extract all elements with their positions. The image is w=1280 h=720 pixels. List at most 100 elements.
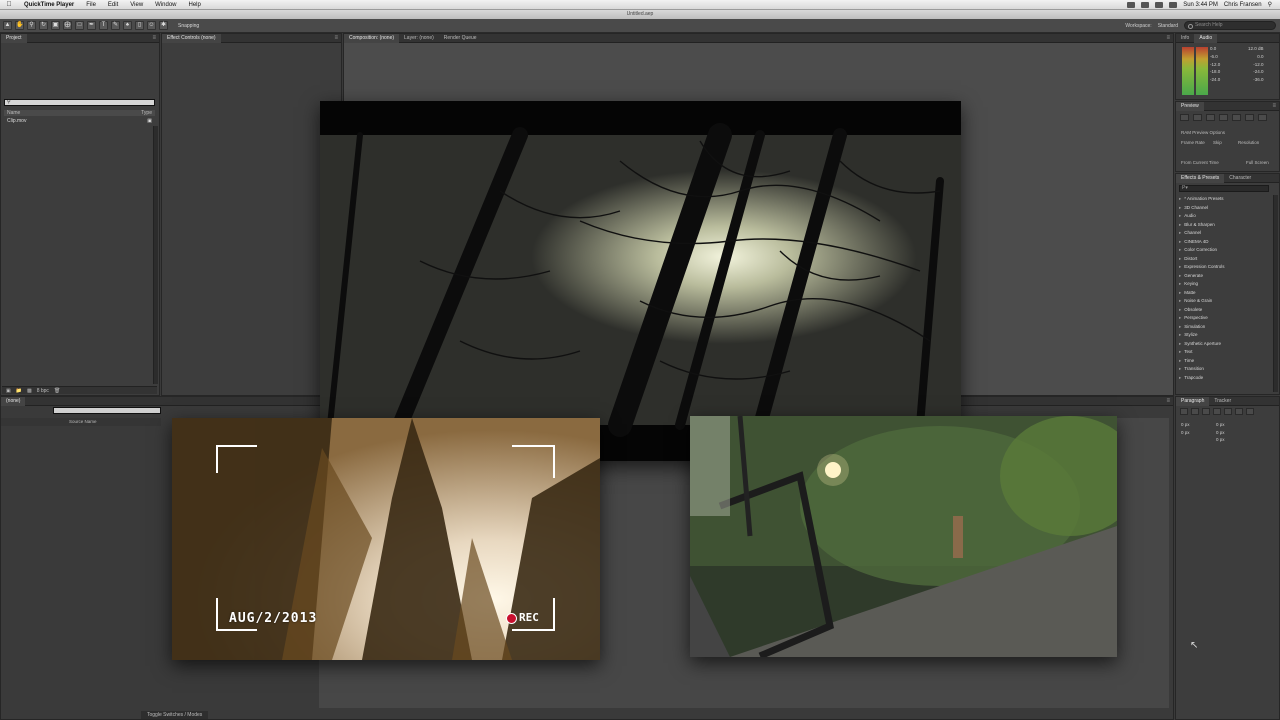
effects-category-item[interactable]: Time xyxy=(1179,357,1272,366)
effects-category-item[interactable]: Color Correction xyxy=(1179,246,1272,255)
snapping-toggle[interactable]: Snapping xyxy=(178,23,199,29)
menu-app[interactable]: QuickTime Player xyxy=(18,2,80,8)
tab-audio[interactable]: Audio xyxy=(1194,33,1218,43)
align-right-button[interactable] xyxy=(1202,408,1210,415)
search-help-input[interactable]: Search Help xyxy=(1184,21,1276,30)
panel-menu-icon[interactable]: ≡ xyxy=(152,35,159,41)
column-type[interactable]: Type xyxy=(141,110,152,116)
trash-icon[interactable]: 🗑 xyxy=(54,387,60,394)
menu-view[interactable]: View xyxy=(124,2,149,8)
eraser-tool-icon[interactable]: ▯ xyxy=(135,21,144,30)
spotlight-icon[interactable]: ⚲ xyxy=(1268,1,1272,8)
panel-menu-icon[interactable]: ≡ xyxy=(334,35,341,41)
mask-tool-icon[interactable]: □ xyxy=(75,21,84,30)
selection-tool-icon[interactable]: ▲ xyxy=(3,21,12,30)
stamp-tool-icon[interactable]: ♠ xyxy=(123,21,132,30)
next-frame-button[interactable] xyxy=(1219,114,1228,121)
tab-tracker[interactable]: Tracker xyxy=(1209,397,1236,406)
new-folder-icon[interactable]: 📁 xyxy=(16,387,22,394)
indent-left-value[interactable]: 0 px xyxy=(1181,422,1190,427)
tab-effect-controls[interactable]: Effect Controls (none) xyxy=(162,33,221,43)
effects-category-item[interactable]: Trapcode xyxy=(1179,374,1272,383)
panel-menu-icon[interactable]: ≡ xyxy=(1272,103,1279,109)
effects-search-input[interactable]: P▾ xyxy=(1179,185,1269,192)
menu-edit[interactable]: Edit xyxy=(102,2,124,8)
effects-category-item[interactable]: Distort xyxy=(1179,255,1272,264)
effects-category-item[interactable]: Text xyxy=(1179,348,1272,357)
effects-category-item[interactable]: Synthetic Aperture xyxy=(1179,340,1272,349)
tab-info[interactable]: Info xyxy=(1176,34,1194,43)
effects-category-item[interactable]: Matte xyxy=(1179,289,1272,298)
tab-effects-presets[interactable]: Effects & Presets xyxy=(1176,173,1225,183)
project-scrollbar[interactable] xyxy=(153,126,158,384)
first-frame-button[interactable] xyxy=(1180,114,1189,121)
bpc-toggle[interactable]: 8 bpc xyxy=(37,387,49,394)
tab-render-queue[interactable]: Render Queue xyxy=(439,34,482,43)
align-left-button[interactable] xyxy=(1180,408,1188,415)
effects-category-item[interactable]: Channel xyxy=(1179,229,1272,238)
align-center-button[interactable] xyxy=(1191,408,1199,415)
effects-category-item[interactable]: Obsolete xyxy=(1179,306,1272,315)
ram-preview-options[interactable]: RAM Preview Options xyxy=(1181,130,1225,135)
type-tool-icon[interactable]: T xyxy=(99,21,108,30)
effects-category-item[interactable]: Generate xyxy=(1179,272,1272,281)
clock[interactable]: Sun 3:44 PM xyxy=(1183,2,1218,8)
justify-left-button[interactable] xyxy=(1213,408,1221,415)
effects-category-item[interactable]: Transition xyxy=(1179,365,1272,374)
from-current-time-checkbox[interactable]: From Current Time xyxy=(1181,160,1219,165)
audio-toggle-button[interactable] xyxy=(1245,114,1254,121)
battery-icon[interactable] xyxy=(1169,1,1178,8)
effects-category-item[interactable]: Noise & Grain xyxy=(1179,297,1272,306)
prev-frame-button[interactable] xyxy=(1193,114,1202,121)
effects-category-item[interactable]: Simulation xyxy=(1179,323,1272,332)
hand-tool-icon[interactable]: ✋ xyxy=(15,21,24,30)
space-before-value[interactable]: 0 px xyxy=(1216,430,1225,435)
wifi-icon[interactable] xyxy=(1141,1,1150,8)
menu-help[interactable]: Help xyxy=(183,2,207,8)
toggle-switches-modes[interactable]: Toggle Switches / Modes xyxy=(141,711,209,719)
dropbox-icon[interactable] xyxy=(1127,1,1136,8)
workspace-select[interactable]: Standard xyxy=(1158,23,1178,29)
volume-icon[interactable] xyxy=(1155,1,1164,8)
tab-preview[interactable]: Preview xyxy=(1176,101,1204,111)
justify-all-button[interactable] xyxy=(1246,408,1254,415)
effects-category-item[interactable]: 3D Channel xyxy=(1179,204,1272,213)
justify-center-button[interactable] xyxy=(1224,408,1232,415)
effects-category-item[interactable]: Perspective xyxy=(1179,314,1272,323)
tab-layer[interactable]: Layer: (none) xyxy=(399,34,439,43)
menu-file[interactable]: File xyxy=(80,2,102,8)
pan-behind-tool-icon[interactable]: ⨁ xyxy=(63,21,72,30)
effects-category-item[interactable]: * Animation Presets xyxy=(1179,195,1272,204)
interpret-footage-icon[interactable]: ▣ xyxy=(6,387,11,394)
puppet-tool-icon[interactable]: ✱ xyxy=(159,21,168,30)
column-name[interactable]: Name xyxy=(7,110,20,116)
effects-category-item[interactable]: CINEMA 4D xyxy=(1179,238,1272,247)
tab-project[interactable]: Project xyxy=(1,33,27,43)
column-source-name[interactable]: Source Name xyxy=(69,419,97,424)
play-button[interactable] xyxy=(1206,114,1215,121)
user-name[interactable]: Chris Fransen xyxy=(1224,2,1262,8)
pen-tool-icon[interactable]: ✒ xyxy=(87,21,96,30)
tab-timeline[interactable]: (none) xyxy=(1,396,26,406)
justify-right-button[interactable] xyxy=(1235,408,1243,415)
timeline-search-input[interactable] xyxy=(53,407,161,414)
indent-first-value[interactable]: 0 px xyxy=(1181,430,1190,435)
last-frame-button[interactable] xyxy=(1232,114,1241,121)
roto-tool-icon[interactable]: ☺ xyxy=(147,21,156,30)
project-item[interactable]: Clip.mov ▣ xyxy=(4,118,155,124)
effects-category-item[interactable]: Keying xyxy=(1179,280,1272,289)
menu-window[interactable]: Window xyxy=(149,2,182,8)
tab-character[interactable]: Character xyxy=(1224,174,1256,183)
brush-tool-icon[interactable]: ✎ xyxy=(111,21,120,30)
full-screen-checkbox[interactable]: Full Screen xyxy=(1246,160,1269,165)
effects-category-item[interactable]: Blur & Sharpen xyxy=(1179,221,1272,230)
project-search-input[interactable]: ⚲ xyxy=(4,99,155,106)
effects-category-item[interactable]: Stylize xyxy=(1179,331,1272,340)
panel-menu-icon[interactable]: ≡ xyxy=(1166,398,1173,404)
effects-category-item[interactable]: Expression Controls xyxy=(1179,263,1272,272)
rotate-tool-icon[interactable]: ↻ xyxy=(39,21,48,30)
space-after-value[interactable]: 0 px xyxy=(1216,437,1225,442)
effects-category-item[interactable]: Audio xyxy=(1179,212,1272,221)
zoom-tool-icon[interactable]: ⚲ xyxy=(27,21,36,30)
new-comp-icon[interactable]: ▩ xyxy=(27,387,32,394)
